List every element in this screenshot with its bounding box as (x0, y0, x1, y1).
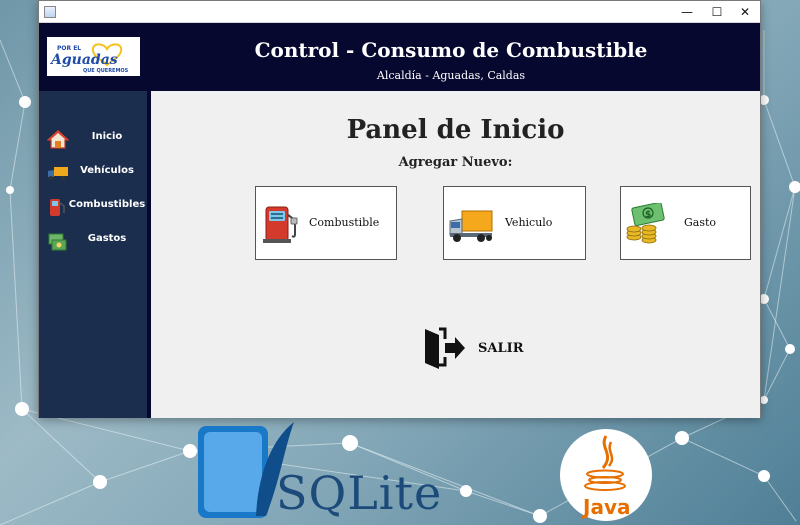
logo-line2: Aguadas (49, 52, 118, 68)
section-subtitle: Agregar Nuevo: (398, 155, 513, 170)
card-label: Gasto (684, 216, 717, 229)
sidebar-item-inicio[interactable]: Inicio (39, 124, 147, 154)
minimize-button[interactable]: — (672, 1, 702, 23)
home-icon (47, 130, 69, 149)
logo-line3: QUE QUEREMOS (83, 68, 129, 74)
main-panel: Panel de Inicio Agregar Nuevo: Combustib… (151, 91, 760, 418)
app-subtitle: Alcaldía - Aguadas, Caldas (376, 69, 526, 82)
svg-text:$: $ (645, 210, 651, 220)
sidebar-item-label: Gastos (87, 233, 127, 244)
sidebar-item-combustibles[interactable]: Combustibles (39, 192, 147, 222)
money-icon (48, 233, 67, 251)
java-label: Java (581, 495, 630, 519)
add-gasto-button[interactable]: $ Gasto (620, 186, 751, 260)
exit-button[interactable]: SALIR (421, 323, 541, 373)
exit-label: SALIR (478, 341, 524, 356)
logo-line1: POR EL (57, 45, 81, 52)
sidebar-item-gastos[interactable]: Gastos (39, 226, 147, 256)
sidebar-item-label: Inicio (91, 131, 123, 142)
sqlite-label: SQLite (276, 466, 443, 520)
municipality-logo: POR EL Aguadas QUE QUEREMOS (47, 37, 140, 76)
truck-icon (449, 210, 493, 242)
app-header: POR EL Aguadas QUE QUEREMOS Control - Co… (39, 23, 760, 91)
truck-icon (48, 167, 68, 180)
title-bar[interactable]: ✕ ☐ — (39, 1, 760, 23)
exit-door-icon (425, 327, 465, 369)
sidebar-item-label: Vehículos (80, 165, 134, 176)
page-title: Panel de Inicio (346, 115, 565, 145)
sidebar-item-vehiculos[interactable]: Vehículos (39, 158, 147, 188)
app-window: ✕ ☐ — POR EL Aguadas QUE QUEREMOS Contro… (38, 0, 761, 418)
sidebar-item-label: Combustibles (68, 199, 146, 210)
app-title: Control - Consumo de Combustible (254, 38, 648, 62)
add-combustible-button[interactable]: Combustible (255, 186, 397, 260)
card-label: Vehiculo (505, 216, 553, 229)
fuel-pump-icon (263, 206, 298, 243)
card-label: Combustible (309, 216, 380, 229)
close-button[interactable]: ✕ (730, 1, 760, 23)
sidebar: Inicio Vehículos Combustibles Gastos (39, 91, 147, 418)
add-vehiculo-button[interactable]: Vehiculo (443, 186, 586, 260)
java-app-icon (44, 6, 56, 18)
maximize-button[interactable]: ☐ (702, 1, 732, 23)
java-logo: Java (560, 429, 652, 521)
money-coins-icon: $ (626, 203, 665, 244)
fuel-pump-icon (50, 199, 65, 216)
